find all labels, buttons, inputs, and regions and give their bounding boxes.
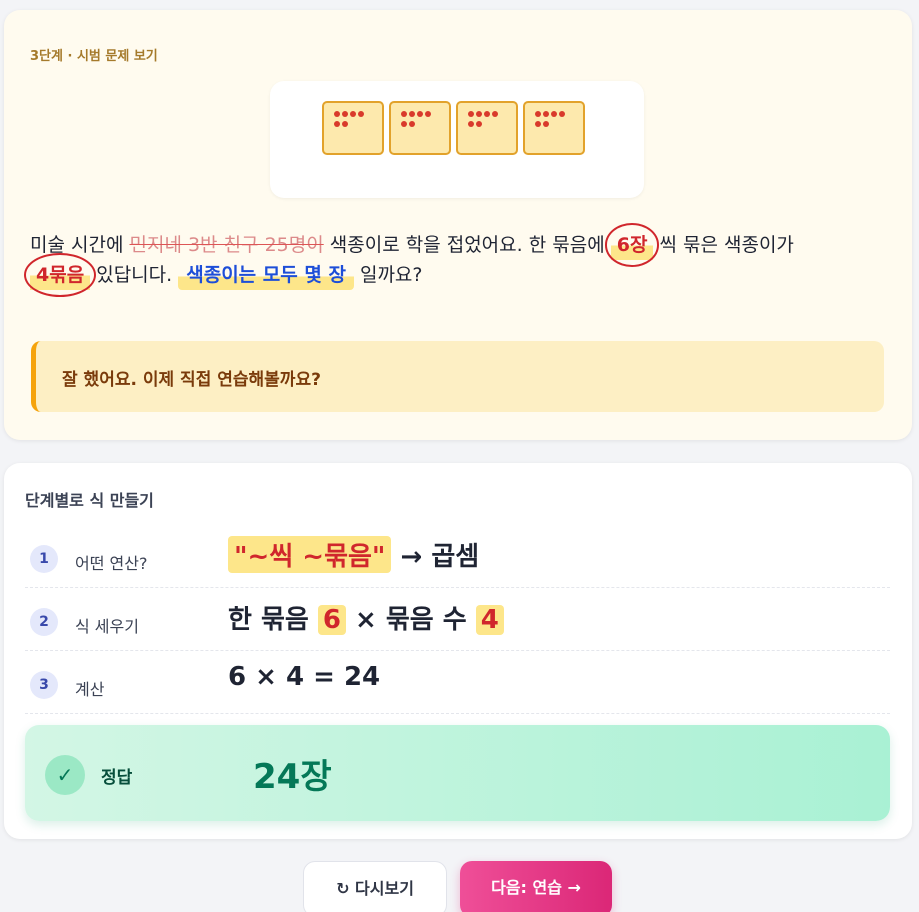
check-icon: ✓ [45,755,85,795]
paper-dot [409,121,415,127]
paper-dot [535,121,541,127]
paper-dot [535,111,541,117]
step-number-badge: 3 [30,671,58,699]
paper-dot [476,121,482,127]
number-chip: 4 [475,605,504,635]
problem-part-5: 일까요? [353,264,423,286]
problem-part-1: 미술 시간에 [30,234,130,256]
step-number-badge: 2 [30,608,58,636]
paper-dot [468,111,474,117]
circled-number-6: 6장 [604,223,660,267]
answer-box: ✓ 정답 24장 [25,725,890,821]
operation-result: 곱셈 [431,542,480,572]
equation-text: × 묶음 수 [345,605,476,635]
step-content: "~씩 ~묶음" → 곱셈 [228,536,479,573]
step-content: 한 묶음 6 × 묶음 수 4 [228,599,504,636]
problem-part-4: 있답니다. [90,264,179,286]
struck-distractor: 민지네 3반 친구 25명이 [129,234,324,256]
paper-dot [543,111,549,117]
question-highlight: 색종이는 모두 몇 장 [178,260,354,290]
arrow-icon: → [391,542,432,572]
praise-callout: 잘 했어요. 이제 직접 연습해볼까요? [31,341,884,412]
step-row-calculation: 3 계산 6 × 4 = 24 [25,652,890,714]
step-number-badge: 1 [30,545,58,573]
problem-part-2: 색종이로 학을 접었어요. 한 묶음에 [323,234,611,256]
paper-dot [358,111,364,117]
step-row-operation: 1 어떤 연산? "~씩 ~묶음" → 곱셈 [25,526,890,588]
paper-dot [334,111,340,117]
next-practice-button[interactable]: 다음: 연습 → [460,861,612,912]
colored-paper [523,101,585,155]
paper-dot [409,111,415,117]
step-name: 계산 [75,680,105,699]
colored-paper [389,101,451,155]
paper-dot [492,111,498,117]
paper-dot [551,111,557,117]
paper-dot [417,111,423,117]
step-name: 식 세우기 [75,617,139,636]
paper-dot [342,121,348,127]
keyword-chip: "~씩 ~묶음" [228,536,392,573]
paper-dot [425,111,431,117]
paper-dot [334,121,340,127]
paper-dot [401,121,407,127]
number-chip: 6 [317,605,346,635]
paper-dot [543,121,549,127]
calculation-expression: 6 × 4 = 24 [228,662,381,692]
step-label: 3단계 · 시범 문제 보기 [30,49,158,64]
paper-dot [350,111,356,117]
paper-dot [484,111,490,117]
step-name: 어떤 연산? [75,554,148,573]
paper-dot [476,111,482,117]
section-title: 단계별로 식 만들기 [25,491,154,510]
replay-button[interactable]: ↻ 다시보기 [303,861,447,912]
answer-value: 24장 [253,757,332,797]
problem-text: 미술 시간에 민지네 3반 친구 25명이 색종이로 학을 접었어요. 한 묶음… [23,223,890,297]
paper-dot [468,121,474,127]
problem-part-3: 씩 묶은 색종이가 [653,234,794,256]
answer-label: 정답 [101,768,133,788]
step-row-equation: 2 식 세우기 한 묶음 6 × 묶음 수 4 [25,589,890,651]
colored-paper [456,101,518,155]
equation-text: 한 묶음 [228,605,318,635]
circled-number-4: 4묶음 [23,253,97,297]
paper-dot [401,111,407,117]
paper-dot [559,111,565,117]
colored-paper [322,101,384,155]
paper-dot [342,111,348,117]
